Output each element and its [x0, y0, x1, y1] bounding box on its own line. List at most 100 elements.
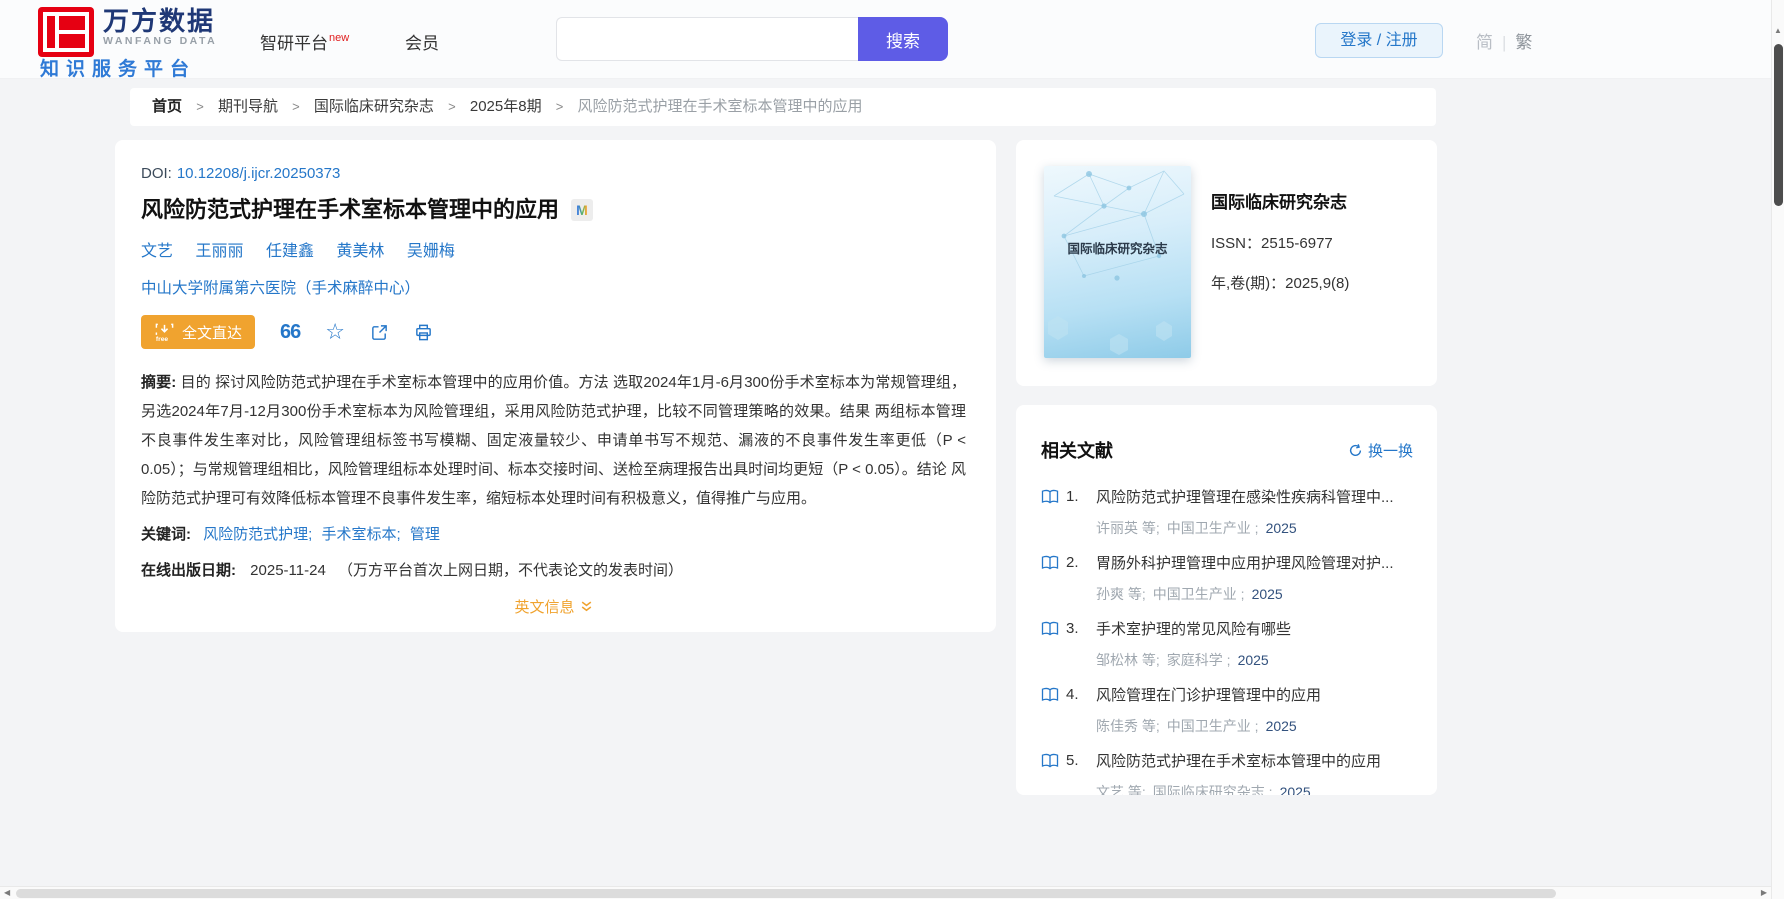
related-item-number: 5.: [1066, 751, 1079, 769]
logo-cn-text: 万方数据: [103, 6, 216, 36]
breadcrumb-journal[interactable]: 国际临床研究杂志: [314, 98, 434, 115]
print-icon[interactable]: [414, 323, 433, 342]
related-article-item: 4. 风险管理在门诊护理管理中的应用 陈佳秀 等; 中国卫生产业 ; 2025: [1041, 683, 1413, 736]
related-item-number: 2.: [1066, 553, 1079, 571]
lang-divider: |: [1502, 33, 1507, 52]
journal-volume-row: 年,卷(期)：2025,9(8): [1211, 272, 1349, 293]
related-item-source: 国际临床研究杂志 ;: [1152, 784, 1273, 795]
journal-cover[interactable]: 国际临床研究杂志: [1044, 166, 1191, 358]
keyword-link[interactable]: 风险防范式护理;: [203, 526, 312, 543]
vertical-scrollbar-thumb[interactable]: [1774, 44, 1783, 206]
keyword-link[interactable]: 手术室标本;: [322, 526, 401, 543]
journal-info-card: 国际临床研究杂志 国际临床研究杂志 ISSN：2515-6977 年,卷(期)：…: [1016, 140, 1437, 386]
journal-issn-row: ISSN：2515-6977: [1211, 232, 1349, 253]
related-article-item: 1. 风险防范式护理管理在感染性疾病科管理中... 许丽英 等; 中国卫生产业 ;…: [1041, 485, 1413, 538]
abstract-text: 目的 探讨风险防范式护理在手术室标本管理中的应用价值。方法 选取2024年1月-…: [141, 374, 967, 507]
vertical-scrollbar[interactable]: ▲: [1771, 0, 1784, 899]
related-item-number: 4.: [1066, 685, 1079, 703]
share-export-icon[interactable]: [370, 323, 389, 342]
horizontal-scrollbar[interactable]: ◀ ▶: [0, 886, 1771, 899]
fulltext-access-button[interactable]: free 全文直达: [141, 315, 256, 349]
related-item-source: 中国卫生产业 ;: [1152, 586, 1245, 602]
search-input[interactable]: [556, 17, 858, 61]
related-item-authors: 文艺 等;: [1096, 784, 1146, 795]
search-button[interactable]: 搜索: [858, 17, 948, 61]
issn-value: 2515-6977: [1261, 235, 1333, 252]
refresh-related-button[interactable]: 换一换: [1348, 440, 1413, 461]
related-article-item: 3. 手术室护理的常见风险有哪些 邹松林 等; 家庭科学 ; 2025: [1041, 617, 1413, 670]
publish-date-note: （万方平台首次上网日期，不代表论文的发表时间）: [337, 562, 683, 579]
related-item-title[interactable]: 风险防范式护理管理在感染性疾病科管理中...: [1096, 486, 1394, 507]
wanfang-logo[interactable]: 万方数据 WANFANG DATA: [38, 7, 217, 57]
book-icon: [1041, 621, 1061, 636]
scroll-right-arrow[interactable]: ▶: [1761, 887, 1767, 899]
issn-label: ISSN：: [1211, 235, 1262, 252]
fulltext-button-label: 全文直达: [182, 324, 243, 342]
online-publish-date-row: 在线出版日期: 2025-11-24 （万方平台首次上网日期，不代表论文的发表时…: [141, 556, 966, 585]
favorite-star-icon[interactable]: ☆: [325, 321, 345, 343]
login-register-button[interactable]: 登录 / 注册: [1315, 23, 1443, 58]
related-item-authors: 陈佳秀 等;: [1096, 718, 1160, 734]
english-info-toggle[interactable]: 英文信息: [514, 596, 592, 617]
cite-icon[interactable]: 66: [280, 322, 301, 342]
related-item-authors: 邹松林 等;: [1096, 652, 1160, 668]
related-item-year: 2025: [1265, 520, 1297, 536]
breadcrumb-separator: >: [448, 99, 456, 114]
related-item-source: 中国卫生产业 ;: [1166, 718, 1259, 734]
keyword-link[interactable]: 管理: [410, 526, 440, 543]
lang-traditional[interactable]: 繁: [1515, 33, 1532, 52]
article-title-row: 风险防范式护理在手术室标本管理中的应用 M: [141, 195, 966, 225]
author-link[interactable]: 文艺: [141, 243, 173, 260]
doi-link[interactable]: 10.12208/j.ijcr.20250373: [177, 165, 340, 182]
journal-cover-title: 国际临床研究杂志: [1067, 242, 1168, 256]
free-download-icon: free: [154, 322, 175, 343]
scroll-up-arrow[interactable]: ▲: [1772, 26, 1784, 35]
book-icon: [1041, 555, 1061, 570]
breadcrumb-home[interactable]: 首页: [152, 98, 182, 115]
related-item-year: 2025: [1279, 784, 1311, 795]
affiliation-link[interactable]: 中山大学附属第六医院（手术麻醉中心）: [141, 276, 966, 298]
nav-item-zhiyan-platform[interactable]: 智研平台new: [260, 29, 349, 54]
abstract-label: 摘要:: [141, 374, 177, 391]
lang-simplified[interactable]: 简: [1476, 33, 1493, 52]
scroll-left-arrow[interactable]: ◀: [4, 887, 10, 899]
article-title: 风险防范式护理在手术室标本管理中的应用: [141, 197, 560, 222]
related-item-year: 2025: [1251, 586, 1283, 602]
related-item-title[interactable]: 风险管理在门诊护理管理中的应用: [1096, 684, 1321, 705]
breadcrumb-separator: >: [292, 99, 300, 114]
book-icon: [1041, 687, 1061, 702]
language-switch: 简 | 繁: [1476, 28, 1532, 53]
journal-name-link[interactable]: 国际临床研究杂志: [1211, 188, 1349, 213]
horizontal-scrollbar-thumb[interactable]: [16, 889, 1556, 898]
related-item-source: 中国卫生产业 ;: [1166, 520, 1259, 536]
related-articles-title: 相关文献: [1041, 441, 1113, 461]
breadcrumb-journal-nav[interactable]: 期刊导航: [218, 98, 278, 115]
related-item-authors: 孙爽 等;: [1096, 586, 1146, 602]
related-item-title[interactable]: 胃肠外科护理管理中应用护理风险管理对护...: [1096, 552, 1394, 573]
volume-label: 年,卷(期)：: [1211, 275, 1286, 292]
related-article-item: 2. 胃肠外科护理管理中应用护理风险管理对护... 孙爽 等; 中国卫生产业 ; 2…: [1041, 551, 1413, 604]
author-link[interactable]: 黄美林: [336, 243, 384, 260]
new-badge: new: [329, 32, 350, 44]
author-link[interactable]: 任建鑫: [266, 243, 314, 260]
author-list: 文艺 王丽丽 任建鑫 黄美林 吴姗梅: [141, 237, 966, 261]
related-item-source: 家庭科学 ;: [1166, 652, 1231, 668]
refresh-icon: [1349, 443, 1362, 456]
related-item-title[interactable]: 手术室护理的常见风险有哪些: [1096, 618, 1291, 639]
logo-tagline: 知识服务平台: [40, 59, 197, 80]
logo-en-text: WANFANG DATA: [103, 35, 218, 47]
keywords-row: 关键词: 风险防范式护理; 手术室标本; 管理: [141, 520, 966, 549]
related-item-title[interactable]: 风险防范式护理在手术室标本管理中的应用: [1096, 750, 1381, 771]
related-item-year: 2025: [1265, 718, 1297, 734]
book-icon: [1041, 489, 1061, 504]
breadcrumb-separator: >: [555, 99, 564, 114]
nav-item-member[interactable]: 会员: [405, 29, 439, 54]
doi-label: DOI:: [141, 165, 172, 182]
breadcrumb-issue[interactable]: 2025年8期: [470, 98, 542, 115]
related-item-authors: 许丽英 等;: [1096, 520, 1160, 536]
article-toolbar: free 全文直达 66 ☆: [141, 315, 966, 349]
medical-badge: M: [571, 199, 594, 221]
author-link[interactable]: 吴姗梅: [407, 243, 455, 260]
author-link[interactable]: 王丽丽: [195, 243, 243, 260]
breadcrumb: 首页 > 期刊导航 > 国际临床研究杂志 > 2025年8期 > 风险防范式护理…: [130, 88, 1436, 126]
